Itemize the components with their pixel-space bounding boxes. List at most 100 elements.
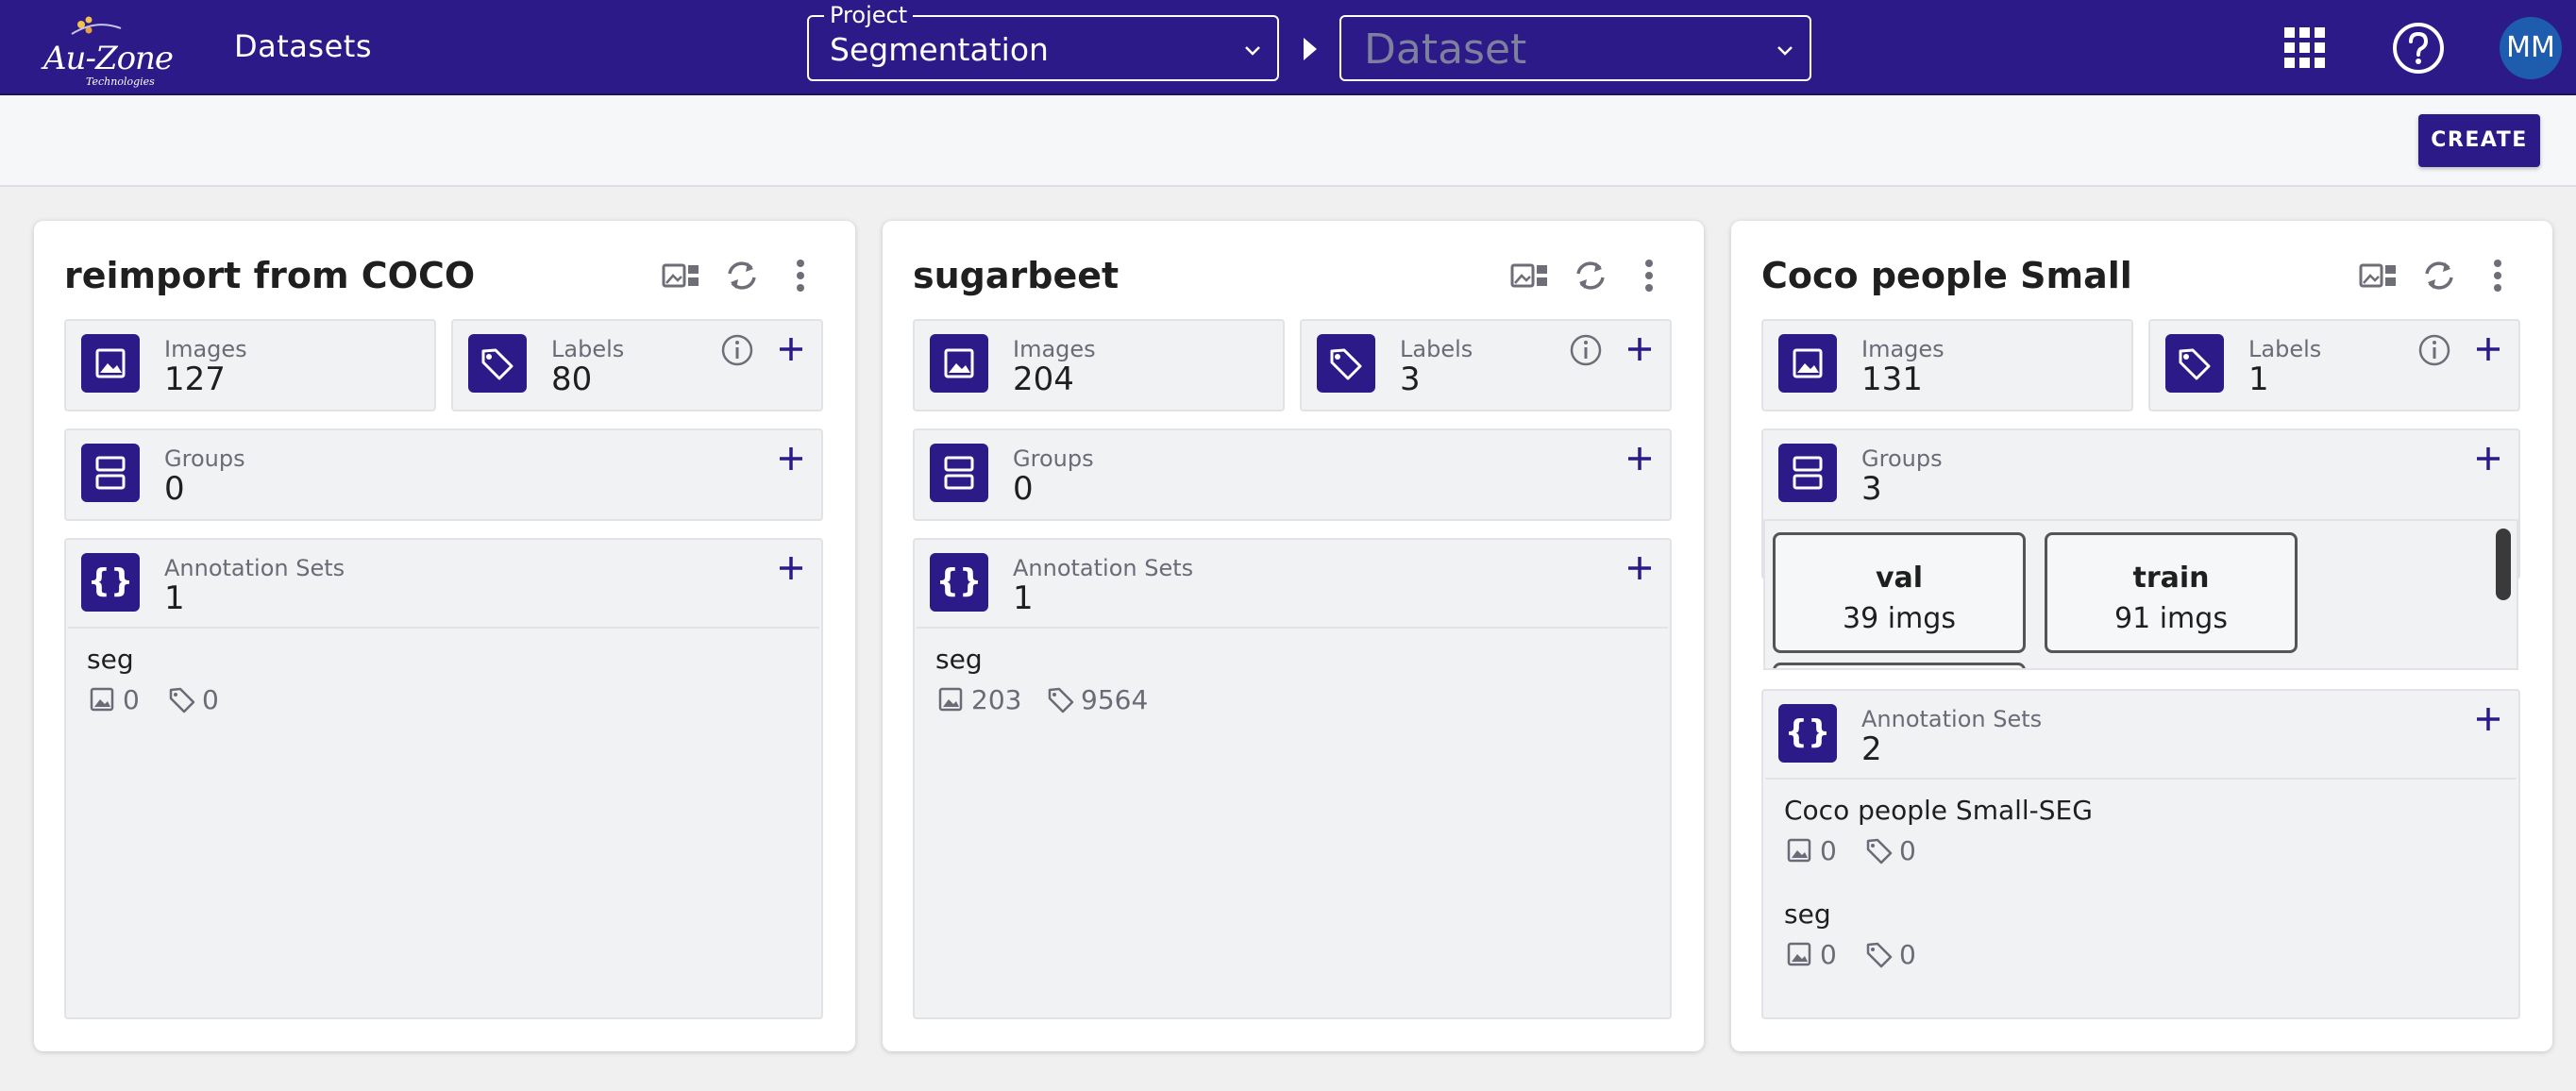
add-label-icon[interactable] — [2471, 332, 2505, 366]
dataset-title[interactable]: Coco people Small — [1761, 255, 2132, 296]
groups-icon — [930, 444, 988, 502]
project-select-value: Segmentation — [830, 31, 1049, 68]
refresh-icon[interactable] — [1570, 255, 1611, 296]
page-title[interactable]: Datasets — [234, 28, 372, 64]
group-chip-val[interactable]: val 39 imgs — [1773, 532, 2026, 653]
add-group-icon[interactable] — [2471, 442, 2505, 476]
dataset-title[interactable]: reimport from COCO — [64, 255, 475, 296]
groups-icon — [1778, 444, 1837, 502]
more-vert-icon[interactable] — [2477, 255, 2518, 296]
project-select-legend: Project — [824, 2, 914, 28]
braces-icon: {} — [81, 553, 140, 612]
groups-count: 0 — [1013, 470, 1034, 508]
images-label: Images — [1861, 336, 1945, 362]
annotation-sets-label: Annotation Sets — [164, 555, 345, 581]
annotation-set-item[interactable]: seg 0 0 — [87, 644, 219, 716]
braces-icon: {} — [930, 553, 988, 612]
image-icon — [1778, 334, 1837, 393]
annotation-label-count: 0 — [1899, 835, 1916, 866]
annotation-sets-count: 1 — [164, 579, 185, 617]
dataset-card: sugarbeet Images 204 Labels 3 Groups 0 {… — [883, 221, 1704, 1051]
gallery-icon[interactable] — [1509, 255, 1551, 296]
info-icon[interactable] — [719, 332, 755, 368]
annotation-sets-count: 2 — [1861, 730, 1882, 768]
refresh-icon[interactable] — [721, 255, 763, 296]
dataset-select[interactable]: Dataset — [1339, 15, 1811, 81]
annotation-sets-list: Coco people Small-SEG 0 0 seg 0 0 — [1765, 778, 2517, 1015]
dataset-select-placeholder: Dataset — [1364, 25, 1527, 74]
group-chip-train[interactable]: train 91 imgs — [2045, 532, 2298, 653]
annotation-image-count: 0 — [1820, 835, 1837, 866]
project-select[interactable]: Project Segmentation — [807, 2, 1279, 81]
annotation-sets-panel: {} Annotation Sets 1 seg 0 0 — [64, 538, 823, 1019]
image-icon — [90, 687, 114, 712]
image-icon — [1787, 838, 1811, 863]
chevron-down-icon — [1245, 46, 1260, 56]
groups-stat[interactable]: Groups 0 — [913, 428, 1672, 521]
group-name: train — [2132, 562, 2210, 595]
dataset-card: reimport from COCO Images 127 Labels 80 … — [34, 221, 855, 1051]
tag-icon — [1317, 334, 1375, 393]
images-stat[interactable]: Images 204 — [913, 319, 1285, 411]
group-name: val — [1875, 562, 1924, 595]
labels-count: 3 — [1400, 361, 1421, 398]
groups-stat[interactable]: Groups 0 — [64, 428, 823, 521]
tag-icon — [2165, 334, 2224, 393]
logo-wordmark: Au-Zone — [43, 40, 174, 77]
refresh-icon[interactable] — [2418, 255, 2460, 296]
logo-subtext: Technologies — [86, 76, 155, 88]
images-label: Images — [164, 336, 247, 362]
annotation-sets-list: seg 203 9564 — [917, 627, 1668, 1015]
image-icon — [81, 334, 140, 393]
annotation-set-item[interactable]: seg 203 9564 — [935, 644, 1148, 716]
groups-scrollbar[interactable] — [2496, 529, 2511, 600]
annotation-set-item[interactable]: seg 0 0 — [1784, 898, 1916, 971]
more-vert-icon[interactable] — [780, 255, 821, 296]
labels-stat[interactable]: Labels 1 — [2148, 319, 2520, 411]
add-group-icon[interactable] — [774, 442, 808, 476]
tag-icon — [1866, 838, 1893, 864]
group-chip-partial[interactable] — [1773, 663, 2026, 668]
annotation-sets-panel: {} Annotation Sets 2 Coco people Small-S… — [1761, 689, 2520, 1019]
annotation-sets-label: Annotation Sets — [1013, 555, 1194, 581]
labels-label: Labels — [1400, 336, 1473, 362]
annotation-image-count: 203 — [971, 684, 1022, 715]
labels-label: Labels — [551, 336, 625, 362]
help-icon[interactable] — [2391, 21, 2446, 76]
image-icon — [1787, 942, 1811, 966]
action-toolbar — [0, 95, 2576, 187]
card-actions — [2358, 255, 2518, 302]
annotation-set-name: seg — [87, 644, 134, 675]
more-vert-icon[interactable] — [1628, 255, 1670, 296]
images-label: Images — [1013, 336, 1096, 362]
info-icon[interactable] — [2416, 332, 2452, 368]
card-actions — [1509, 255, 1670, 302]
add-label-icon[interactable] — [774, 332, 808, 366]
labels-stat[interactable]: Labels 80 — [451, 319, 823, 411]
labels-stat[interactable]: Labels 3 — [1300, 319, 1672, 411]
create-button[interactable]: CREATE — [2418, 114, 2540, 167]
add-group-icon[interactable] — [1623, 442, 1657, 476]
group-image-count: 91 imgs — [2114, 602, 2228, 635]
annotation-label-count: 0 — [1899, 939, 1916, 970]
add-annotation-set-icon[interactable] — [1623, 551, 1657, 585]
annotation-set-item[interactable]: Coco people Small-SEG 0 0 — [1784, 795, 2093, 867]
dataset-title[interactable]: sugarbeet — [913, 255, 1119, 296]
apps-grid-icon[interactable] — [2283, 26, 2327, 70]
groups-label: Groups — [1861, 445, 1943, 472]
add-annotation-set-icon[interactable] — [774, 551, 808, 585]
user-avatar[interactable]: MM — [2500, 17, 2562, 79]
braces-icon: {} — [1778, 704, 1837, 763]
info-icon[interactable] — [1568, 332, 1604, 368]
images-stat[interactable]: Images 131 — [1761, 319, 2133, 411]
gallery-icon[interactable] — [2358, 255, 2399, 296]
dataset-card: Coco people Small Images 131 Labels 1 Gr… — [1731, 221, 2552, 1051]
images-stat[interactable]: Images 127 — [64, 319, 436, 411]
add-label-icon[interactable] — [1623, 332, 1657, 366]
add-annotation-set-icon[interactable] — [2471, 702, 2505, 736]
au-zone-logo[interactable]: Au-Zone Technologies — [36, 13, 174, 88]
chevron-down-icon — [1777, 46, 1793, 56]
groups-chip-area: val 39 imgs train 91 imgs — [1763, 519, 2518, 670]
annotation-label-count: 0 — [202, 684, 219, 715]
gallery-icon[interactable] — [661, 255, 702, 296]
